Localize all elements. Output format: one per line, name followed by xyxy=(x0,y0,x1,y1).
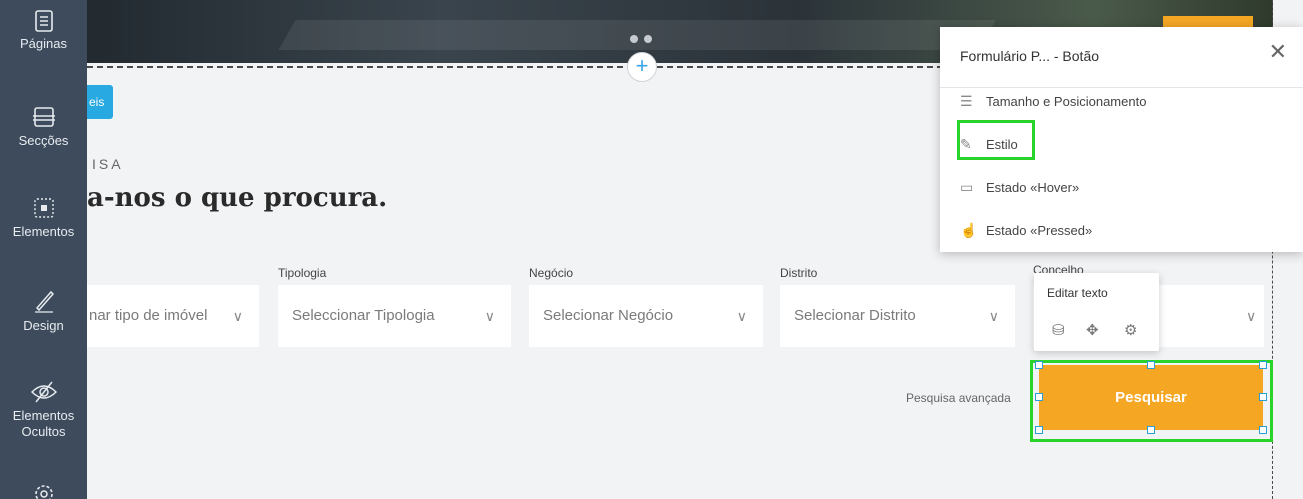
edit-text-button[interactable]: Editar texto xyxy=(1047,286,1108,300)
settings-gear-icon xyxy=(34,485,53,499)
blue-tag-button[interactable]: eis xyxy=(87,85,113,119)
sidebar-item-pages[interactable]: Páginas xyxy=(0,10,87,52)
negocio-select[interactable]: Selecionar Negócio ∨ xyxy=(529,285,763,347)
field-label-tipologia: Tipologia xyxy=(278,266,327,280)
move-icon[interactable]: ✥ xyxy=(1086,321,1099,339)
property-type-select[interactable]: nar tipo de imóvel ∨ xyxy=(87,285,259,347)
sidebar-item-sections[interactable]: Secções xyxy=(0,105,87,149)
panel-item-label: Tamanho e Posicionamento xyxy=(986,94,1147,109)
section-eyebrow: ISA xyxy=(92,156,124,172)
hover-cursor-icon: ▭ xyxy=(960,179,974,195)
sidebar-item-label: Elementos xyxy=(12,224,75,239)
sidebar-item-label: Elementos xyxy=(12,408,75,423)
sidebar-item-design[interactable]: Design xyxy=(0,286,87,334)
resize-handle[interactable] xyxy=(1147,426,1155,434)
select-value: Seleccionar Tipologia xyxy=(292,307,435,324)
pointer-hand-icon: ☝ xyxy=(960,222,978,238)
distrito-select[interactable]: Selecionar Distrito ∨ xyxy=(780,285,1015,347)
hidden-eye-icon xyxy=(30,381,57,403)
advanced-search-link[interactable]: Pesquisa avançada xyxy=(906,391,1011,405)
sliders-icon: ☰ xyxy=(960,93,973,109)
chevron-down-icon: ∨ xyxy=(1246,308,1257,324)
settings-icon[interactable]: ⚙ xyxy=(1124,321,1137,339)
field-label-distrito: Distrito xyxy=(780,266,818,280)
field-label-negocio: Negócio xyxy=(529,266,574,280)
resize-handle[interactable] xyxy=(1259,361,1267,369)
close-icon[interactable]: ✕ xyxy=(1269,41,1287,63)
sections-icon xyxy=(32,107,55,127)
panel-item-hover[interactable]: ▭ Estado «Hover» xyxy=(960,179,1079,196)
divider xyxy=(940,87,1303,88)
resize-handle[interactable] xyxy=(1259,393,1267,401)
chevron-down-icon: ∨ xyxy=(232,308,243,324)
pen-icon xyxy=(34,290,54,313)
panel-title: Formulário P... - Botão xyxy=(960,48,1100,64)
element-toolbar: Editar texto ⛁ ✥ ⚙ xyxy=(1034,273,1159,351)
panel-item-pressed[interactable]: ☝ Estado «Pressed» xyxy=(960,222,1092,239)
search-button[interactable]: Pesquisar xyxy=(1039,365,1263,430)
select-value: Selecionar Distrito xyxy=(794,307,916,324)
sidebar-item-label: Secções xyxy=(18,133,69,148)
chevron-down-icon: ∨ xyxy=(484,308,495,324)
chevron-down-icon: ∨ xyxy=(988,308,999,324)
editor-sidebar: Páginas Secções Elementos Design Element… xyxy=(0,0,87,499)
resize-handle[interactable] xyxy=(1035,426,1043,434)
select-value: Selecionar Negócio xyxy=(543,307,674,324)
select-value: nar tipo de imóvel xyxy=(89,307,208,324)
database-icon[interactable]: ⛁ xyxy=(1052,321,1065,339)
resize-handle[interactable] xyxy=(1259,426,1267,434)
sidebar-item-hidden-elements[interactable]: Elementos Ocultos xyxy=(0,380,87,440)
panel-item-label: Estado «Hover» xyxy=(986,180,1080,195)
style-highlight xyxy=(957,120,1035,160)
sidebar-item-label: Páginas xyxy=(20,36,67,51)
sidebar-item-label: Ocultos xyxy=(21,424,66,439)
sidebar-item-settings[interactable] xyxy=(0,482,87,499)
resize-handle[interactable] xyxy=(1035,361,1043,369)
add-section-button[interactable]: + xyxy=(627,52,657,82)
pages-icon xyxy=(34,10,53,32)
panel-item-label: Estado «Pressed» xyxy=(986,223,1093,238)
elements-icon xyxy=(33,198,54,218)
panel-item-size-position[interactable]: ☰ Tamanho e Posicionamento xyxy=(960,93,1146,110)
page-headline: a-nos o que procura. xyxy=(87,183,388,213)
resize-handle[interactable] xyxy=(1035,393,1043,401)
sidebar-item-label: Design xyxy=(23,318,64,333)
slider-dots[interactable] xyxy=(630,30,658,48)
sidebar-item-elements[interactable]: Elementos xyxy=(0,196,87,240)
resize-handle[interactable] xyxy=(1147,361,1155,369)
chevron-down-icon: ∨ xyxy=(736,308,747,324)
tipologia-select[interactable]: Seleccionar Tipologia ∨ xyxy=(278,285,511,347)
